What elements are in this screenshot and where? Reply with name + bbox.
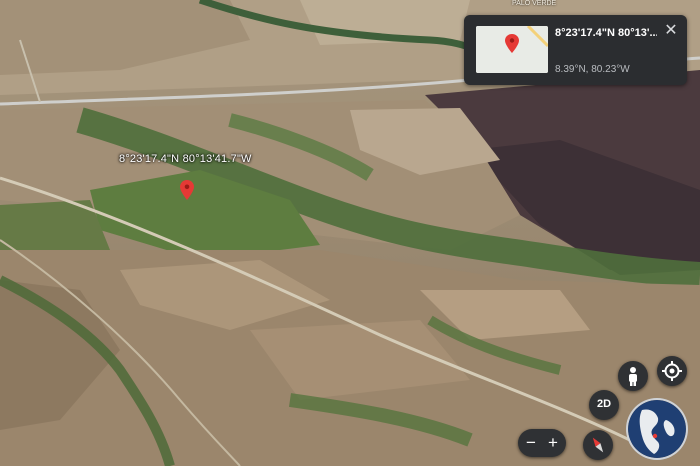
location-info-card[interactable]: 8°23'17.4"N 80°13'... 8.39°N, 80.23°W ✕: [464, 15, 687, 85]
zoom-out-button[interactable]: −: [521, 433, 541, 453]
pin-coordinates-label: 8°23'17.4"N 80°13'41.7"W: [119, 153, 252, 165]
zoom-controls: − +: [518, 429, 566, 457]
globe-icon[interactable]: [628, 400, 686, 458]
zoom-in-button[interactable]: +: [543, 433, 563, 453]
my-location-icon: [662, 361, 682, 381]
close-icon[interactable]: ✕: [663, 23, 679, 39]
card-title: 8°23'17.4"N 80°13'...: [555, 27, 657, 39]
location-thumbnail[interactable]: [476, 26, 548, 73]
pegman-icon: [629, 367, 637, 386]
compass-button[interactable]: [583, 430, 613, 460]
place-label: PALO VERDE: [512, 0, 557, 7]
toggle-2d-button[interactable]: 2D: [589, 390, 619, 420]
toggle-2d-label: 2D: [596, 398, 612, 410]
street-view-button[interactable]: [618, 361, 648, 391]
card-decimal-coordinates: 8.39°N, 80.23°W: [555, 64, 630, 75]
compass-icon: [592, 437, 604, 453]
map-pin-icon[interactable]: [180, 180, 194, 200]
my-location-button[interactable]: [657, 356, 687, 386]
